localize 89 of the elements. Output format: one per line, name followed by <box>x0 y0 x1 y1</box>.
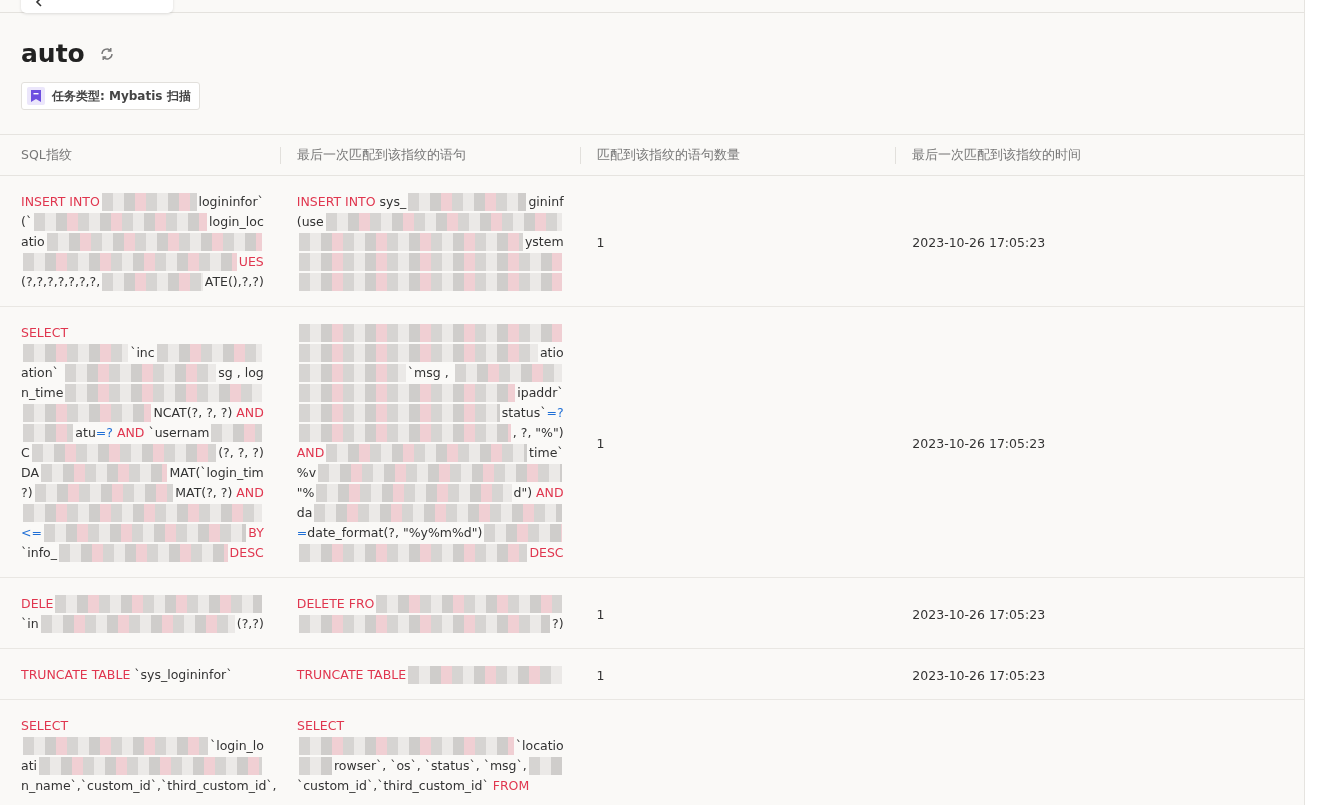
table-cell: 1 <box>596 667 605 683</box>
sql-text: ?) <box>21 484 33 502</box>
sql-text: `inc <box>130 344 155 362</box>
sql-text: (?, ?, ?) <box>218 444 264 462</box>
sql-keyword: AND <box>236 484 264 502</box>
table-cell: 1 <box>596 606 605 622</box>
sql-keyword: DELE <box>21 595 54 613</box>
sql-text: , ?, "%") <box>512 424 564 442</box>
sql-keyword: UES <box>238 253 264 271</box>
sql-text: "% <box>296 484 315 502</box>
redaction-mosaic <box>211 424 262 442</box>
sql-text: `usernam <box>147 424 210 442</box>
sql-text: time` <box>529 444 564 462</box>
sql-text: ipaddr` <box>517 384 564 402</box>
sql-keyword: TRUNCATE TABLE <box>296 666 407 684</box>
column-header: SQL指纹 <box>21 146 72 162</box>
sql-text: `in <box>21 615 39 633</box>
sql-text: `login_lo <box>209 737 264 755</box>
sql-text: gininf <box>528 193 564 211</box>
column-header: 最后一次匹配到该指纹的语句 <box>296 146 466 162</box>
sql-text: NCAT(?, ?, ?) <box>153 404 234 422</box>
sql-keyword: DESC <box>529 544 564 562</box>
sql-text: `custom_id`,`third_custom_id` <box>297 777 490 795</box>
sql-text: sg , log <box>218 364 264 382</box>
sql-operator: =? <box>546 404 564 422</box>
sql-text: da <box>296 504 313 522</box>
task-type-label: 任务类型: Mybatis 扫描 <box>52 87 191 105</box>
redaction-mosaic <box>23 424 74 442</box>
sql-text: ?) <box>552 615 564 633</box>
sql-keyword: DESC <box>229 544 264 562</box>
sql-text: atio <box>539 344 564 362</box>
sql-keyword: BY <box>248 524 264 542</box>
sql-text: n_time <box>21 384 64 402</box>
table-cell: 2023-10-26 17:05:23 <box>912 234 1046 250</box>
sql-text: ation` <box>21 364 60 382</box>
table-cell: 1 <box>596 234 605 250</box>
sql-text: d") <box>513 484 534 502</box>
sql-text: ATE(),?,?) <box>204 273 264 291</box>
table-cell: 2023-10-26 17:05:23 <box>912 667 1046 683</box>
sql-text: n_name`,`custom_id`,`third_custom_id`, <box>21 777 277 795</box>
table-cell: 2023-10-26 17:05:23 <box>912 435 1046 451</box>
sql-keyword: INSERT INTO <box>296 193 376 211</box>
sql-text: (` <box>21 213 33 231</box>
bookmark-icon <box>31 90 41 102</box>
sql-keyword: AND <box>296 444 325 462</box>
column-header: 最后一次匹配到该指纹的时间 <box>912 146 1082 162</box>
refresh-icon[interactable] <box>98 45 115 62</box>
sql-text: MAT(`login_tim <box>169 464 264 482</box>
sql-text: atu <box>75 424 96 442</box>
sql-text: C <box>21 444 30 462</box>
page-title: auto <box>21 39 85 68</box>
table-cell: 1 <box>596 435 605 451</box>
sql-text: `msg , <box>407 364 450 382</box>
sql-operator: <= <box>21 524 42 542</box>
sql-text: sys_ <box>378 193 407 211</box>
sql-keyword: FROM <box>492 777 530 795</box>
sql-keyword: INSERT INTO <box>21 193 100 211</box>
sql-keyword: TRUNCATE TABLE <box>21 666 131 684</box>
sql-text: atio <box>21 233 45 251</box>
chevron-left-icon <box>35 0 43 7</box>
sql-keyword: AND <box>115 424 145 442</box>
sql-text: DA <box>21 464 39 482</box>
sql-text: (?,?) <box>236 615 264 633</box>
sql-text: ati <box>21 757 38 775</box>
redaction-mosaic <box>299 757 332 775</box>
sql-text: rowser`, `os`, `status`, `msg`, <box>333 757 527 775</box>
sql-operator: =? <box>95 424 113 442</box>
sql-text: ystem <box>524 233 564 251</box>
sql-keyword: DELETE FRO <box>296 595 375 613</box>
sql-operator: = <box>296 524 308 542</box>
sql-text: `sys_logininfor` <box>133 666 233 684</box>
sql-text: (?,?,?,?,?,?,?, <box>21 273 101 291</box>
column-header: 匹配到该指纹的语句数量 <box>596 146 740 162</box>
sql-keyword: SELECT <box>21 324 69 342</box>
sql-text: `info_ <box>21 544 57 562</box>
sql-text: (use <box>296 213 324 231</box>
sql-keyword: AND <box>236 404 264 422</box>
sql-keyword: SELECT <box>297 717 345 735</box>
sql-text: login_loc <box>209 213 264 231</box>
sql-text: %v <box>296 464 317 482</box>
sql-text: status` <box>501 404 547 422</box>
sql-keyword: AND <box>536 484 564 502</box>
redaction-mosaic <box>528 757 562 775</box>
sql-text: logininfor` <box>198 193 264 211</box>
sql-text: date_format(?, "%y%m%d") <box>307 524 483 542</box>
sql-text: `locatio <box>515 737 564 755</box>
table-cell: 2023-10-26 17:05:23 <box>912 606 1046 622</box>
sql-keyword: SELECT <box>21 717 69 735</box>
sql-text: MAT(?, ?) <box>175 484 234 502</box>
